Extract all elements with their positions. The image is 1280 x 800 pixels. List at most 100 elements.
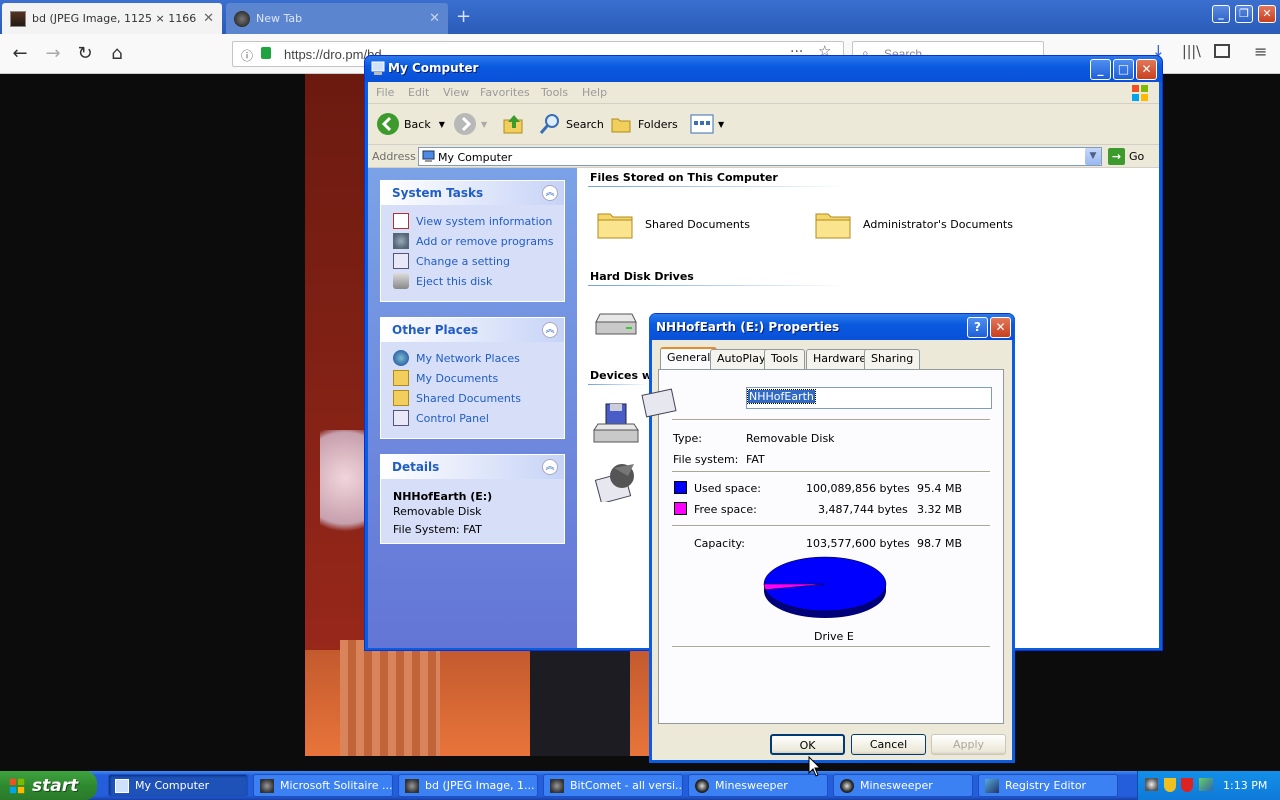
search-button[interactable]: Search <box>538 110 604 138</box>
back-arrow-icon[interactable]: ← <box>8 43 32 65</box>
maximize-icon[interactable]: □ <box>1113 59 1134 80</box>
system-tasks-title[interactable]: System Tasks <box>381 181 564 205</box>
menu-icon[interactable]: ≡ <box>1254 42 1267 61</box>
apply-button[interactable]: Apply <box>931 734 1006 755</box>
change-setting-link[interactable]: Change a setting <box>381 251 564 271</box>
task-minesweeper-2[interactable]: Minesweeper <box>833 774 973 797</box>
sidebar-icon[interactable] <box>1214 44 1230 58</box>
network-icon[interactable] <box>1199 778 1213 791</box>
shared-documents-item[interactable]: Shared Documents <box>596 208 750 240</box>
windows-logo-icon <box>9 778 25 793</box>
menu-edit[interactable]: Edit <box>408 86 429 99</box>
library-icon[interactable]: |||\ <box>1182 44 1201 60</box>
address-dropdown-icon[interactable]: ▼ <box>1085 148 1101 165</box>
app-icon <box>550 778 564 793</box>
forward-button[interactable]: ▼ <box>453 110 487 138</box>
other-places-panel: Other Places ︽ My Network Places My Docu… <box>380 317 565 439</box>
link-label: View system information <box>416 214 553 228</box>
eject-disk-link[interactable]: Eject this disk <box>381 271 564 291</box>
cancel-button[interactable]: Cancel <box>851 734 926 755</box>
go-button[interactable]: → Go <box>1108 148 1144 165</box>
add-remove-programs-link[interactable]: Add or remove programs <box>381 231 564 251</box>
free-space-mb: 3.32 MB <box>917 503 963 516</box>
close-icon[interactable]: ✕ <box>990 317 1011 338</box>
drive-label: Drive E <box>814 630 854 643</box>
reload-icon[interactable]: ↻ <box>73 43 97 65</box>
shield-icon[interactable] <box>1164 778 1176 792</box>
ok-button[interactable]: OK <box>770 734 845 755</box>
task-registry-editor[interactable]: Registry Editor <box>978 774 1118 797</box>
menu-view[interactable]: View <box>443 86 469 99</box>
tray-app-icon[interactable] <box>1145 778 1158 791</box>
section-files-title: Files Stored on This Computer <box>590 171 778 184</box>
network-places-icon <box>393 350 409 366</box>
tab-general[interactable]: General <box>660 347 718 370</box>
collapse-chevron-icon[interactable]: ︽ <box>542 185 558 201</box>
browser-tab-new[interactable]: New Tab ✕ <box>226 3 448 34</box>
up-folder-button[interactable] <box>502 110 530 138</box>
task-minesweeper-1[interactable]: Minesweeper <box>688 774 828 797</box>
shared-documents-link[interactable]: Shared Documents <box>381 388 564 408</box>
divider <box>672 419 990 421</box>
stage-steps <box>340 640 440 756</box>
restore-icon[interactable]: ❐ <box>1235 5 1253 23</box>
administrator-documents-item[interactable]: Administrator's Documents <box>814 208 1013 240</box>
task-firefox-image[interactable]: bd (JPEG Image, 1... <box>398 774 538 797</box>
new-tab-plus-icon[interactable]: + <box>456 6 471 27</box>
details-filesystem: File System: FAT <box>393 523 482 536</box>
forward-arrow-icon[interactable]: → <box>41 43 65 65</box>
menu-help[interactable]: Help <box>582 86 607 99</box>
my-network-places-link[interactable]: My Network Places <box>381 348 564 368</box>
task-bitcomet[interactable]: BitComet - all versi... <box>543 774 683 797</box>
view-system-info-link[interactable]: View system information <box>381 211 564 231</box>
link-label: Eject this disk <box>416 274 493 288</box>
close-icon[interactable]: ✕ <box>1136 59 1157 80</box>
details-title[interactable]: Details <box>381 455 564 479</box>
minimize-icon[interactable]: _ <box>1212 5 1230 23</box>
close-tab-icon[interactable]: ✕ <box>203 11 214 26</box>
menu-tools[interactable]: Tools <box>541 86 568 99</box>
close-icon[interactable]: ✕ <box>1258 5 1276 23</box>
menu-favorites[interactable]: Favorites <box>480 86 530 99</box>
collapse-chevron-icon[interactable]: ︽ <box>542 459 558 475</box>
close-tab-icon[interactable]: ✕ <box>429 11 440 26</box>
dialog-title: NHHofEarth (E:) Properties <box>656 320 840 334</box>
item-label: Administrator's Documents <box>863 217 1013 231</box>
collapse-chevron-icon[interactable]: ︽ <box>542 322 558 338</box>
control-panel-link[interactable]: Control Panel <box>381 408 564 428</box>
hard-disk-icon[interactable] <box>592 310 640 340</box>
removable-disk-icon[interactable] <box>594 458 640 502</box>
section-divider <box>588 186 848 187</box>
type-label: Type: <box>673 432 702 445</box>
views-grid-icon <box>690 114 714 134</box>
address-field[interactable] <box>418 147 1102 166</box>
task-my-computer[interactable]: My Computer <box>108 774 248 797</box>
windows-logo-icon <box>1132 85 1148 101</box>
home-icon[interactable]: ⌂ <box>105 43 129 65</box>
tab-sharing[interactable]: Sharing <box>864 349 921 369</box>
folder-icon <box>393 390 409 406</box>
used-space-bytes: 100,089,856 bytes <box>806 482 910 495</box>
browser-tab-image[interactable]: bd (JPEG Image, 1125 × 1166 pix ✕ <box>2 3 222 34</box>
views-button[interactable]: ▼ <box>690 110 724 138</box>
menu-file[interactable]: File <box>376 86 394 99</box>
other-places-title[interactable]: Other Places <box>381 318 564 342</box>
dropdown-arrow-icon[interactable]: ▼ <box>481 120 487 129</box>
security-alert-icon[interactable] <box>1181 778 1193 792</box>
folders-button[interactable]: Folders <box>610 110 678 138</box>
dropdown-arrow-icon[interactable]: ▼ <box>439 120 445 129</box>
my-computer-titlebar[interactable] <box>365 56 1162 82</box>
info-icon[interactable]: ⓘ <box>241 47 253 64</box>
minimize-icon[interactable]: _ <box>1090 59 1111 80</box>
divider <box>672 646 990 648</box>
task-solitaire[interactable]: Microsoft Solitaire ... <box>253 774 393 797</box>
dropdown-arrow-icon[interactable]: ▼ <box>718 120 724 129</box>
tab-tools[interactable]: Tools <box>764 349 806 369</box>
start-button[interactable]: start <box>0 771 97 800</box>
my-documents-link[interactable]: My Documents <box>381 368 564 388</box>
floppy-drive-icon[interactable] <box>592 402 640 446</box>
help-icon[interactable]: ? <box>967 317 988 338</box>
section-divider <box>588 285 848 286</box>
up-folder-icon <box>503 115 523 134</box>
back-button[interactable]: Back ▼ <box>376 110 445 138</box>
